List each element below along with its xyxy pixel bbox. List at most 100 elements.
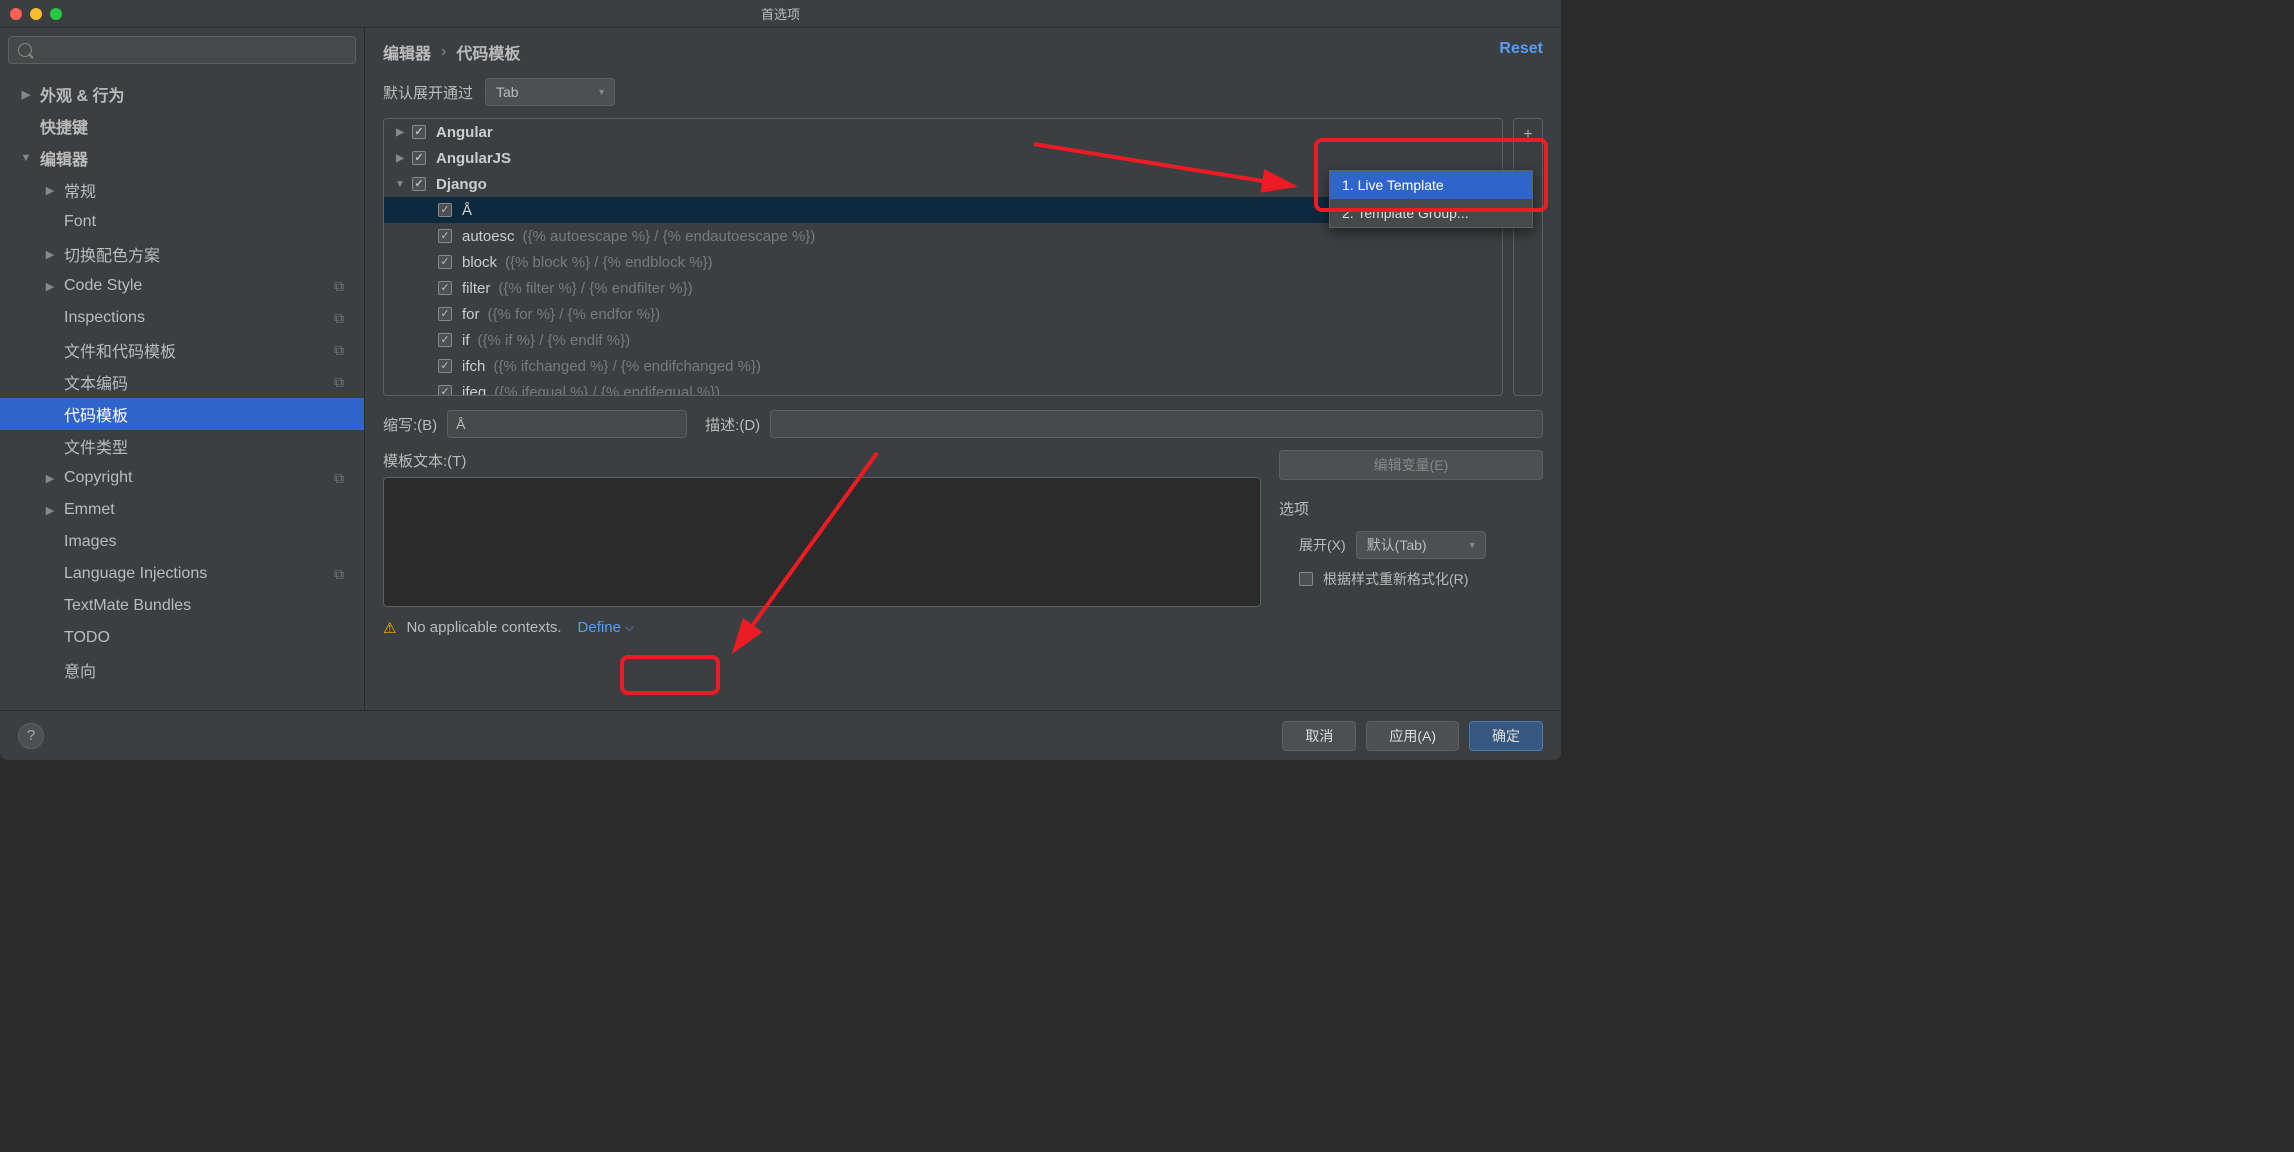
breadcrumb-root[interactable]: 编辑器 [383, 40, 431, 64]
template-checkbox[interactable] [438, 229, 452, 243]
chevron-icon [42, 504, 58, 517]
sidebar-item[interactable]: 代码模板 [0, 398, 364, 430]
sidebar-item-label: 文本编码 [64, 370, 128, 394]
template-text-label: 模板文本:(T) [383, 450, 1261, 471]
default-expand-label: 默认展开通过 [383, 82, 473, 103]
abbr-label: 缩写:(B) [383, 414, 437, 435]
chevron-icon [42, 184, 58, 197]
sidebar-item[interactable]: Language Injections ⧉ [0, 558, 364, 590]
chevron-icon [42, 472, 58, 485]
template-desc: ({% for %} / {% endfor %}) [488, 306, 661, 323]
sidebar-item[interactable]: 外观 & 行为 [0, 78, 364, 110]
template-group[interactable]: Angular [384, 119, 1502, 145]
template-item[interactable]: block({% block %} / {% endblock %}) [384, 249, 1502, 275]
expand-with-combo[interactable]: 默认(Tab) [1356, 531, 1486, 559]
breadcrumb-current: 代码模板 [456, 40, 520, 64]
footer: ? 取消 应用(A) 确定 [0, 710, 1561, 760]
reset-link[interactable]: Reset [1499, 40, 1543, 58]
define-link[interactable]: Define [572, 617, 640, 638]
settings-tree[interactable]: 外观 & 行为快捷键编辑器常规 Font 切换配色方案Code Style⧉Insp… [0, 72, 364, 710]
sidebar-item[interactable]: TextMate Bundles [0, 590, 364, 622]
search-input[interactable] [8, 36, 356, 64]
titlebar: 首选项 [0, 0, 1561, 28]
sidebar-item-label: Images [64, 533, 116, 551]
template-checkbox[interactable] [438, 281, 452, 295]
sidebar-item[interactable]: 文本编码 ⧉ [0, 366, 364, 398]
sidebar-item-label: Language Injections [64, 565, 207, 583]
edit-variables-button[interactable]: 编辑变量(E) [1279, 450, 1543, 480]
add-button[interactable]: + [1516, 123, 1540, 147]
options-title: 选项 [1279, 498, 1543, 519]
template-desc: ({% block %} / {% endblock %}) [505, 254, 713, 271]
reformat-checkbox[interactable] [1299, 572, 1313, 586]
template-toolbar: + [1513, 118, 1543, 396]
sidebar-item[interactable]: Images [0, 526, 364, 558]
sidebar-item[interactable]: TODO [0, 622, 364, 654]
sidebar-item[interactable]: 快捷键 [0, 110, 364, 142]
template-list[interactable]: AngularAngularJSDjangoÅautoesc({% autoes… [383, 118, 1503, 396]
default-expand-combo[interactable]: Tab [485, 78, 615, 106]
sidebar: 外观 & 行为快捷键编辑器常规 Font 切换配色方案Code Style⧉Insp… [0, 28, 365, 710]
sidebar-item[interactable]: 文件和代码模板⧉ [0, 334, 364, 366]
form-area: 缩写:(B) 描述:(D) 模板文本:(T) ⚠ No applicable c… [383, 396, 1543, 638]
scheme-icon: ⧉ [334, 310, 344, 327]
window-body: 外观 & 行为快捷键编辑器常规Font切换配色方案Code Style⧉Insp… [0, 28, 1561, 710]
template-checkbox[interactable] [438, 307, 452, 321]
sidebar-item[interactable]: Copyright⧉ [0, 462, 364, 494]
sidebar-item-label: 快捷键 [40, 114, 88, 138]
cancel-button[interactable]: 取消 [1282, 721, 1356, 751]
minimize-icon[interactable] [30, 8, 42, 20]
template-group[interactable]: AngularJS [384, 145, 1502, 171]
sidebar-item-label: 外观 & 行为 [40, 82, 124, 106]
template-checkbox[interactable] [438, 203, 452, 217]
desc-label: 描述:(D) [705, 414, 760, 435]
apply-button[interactable]: 应用(A) [1366, 721, 1459, 751]
help-button[interactable]: ? [18, 723, 44, 749]
group-name: AngularJS [436, 150, 511, 167]
close-icon[interactable] [10, 8, 22, 20]
abbr-input[interactable] [447, 410, 687, 438]
context-warning: No applicable contexts. [406, 619, 561, 636]
sidebar-item-label: Font [64, 213, 96, 231]
group-checkbox[interactable] [412, 177, 426, 191]
group-checkbox[interactable] [412, 125, 426, 139]
sidebar-item[interactable]: Code Style⧉ [0, 270, 364, 302]
sidebar-item[interactable]: Inspections⧉ [0, 302, 364, 334]
sidebar-item[interactable]: 切换配色方案 [0, 238, 364, 270]
popup-item[interactable]: 1. Live Template [1330, 171, 1532, 199]
sidebar-item-label: 意向 [64, 658, 96, 682]
sidebar-item[interactable]: 常规 [0, 174, 364, 206]
scheme-icon: ⧉ [334, 342, 344, 359]
scheme-icon: ⧉ [334, 374, 344, 391]
scheme-icon: ⧉ [334, 566, 344, 583]
template-name: if [462, 332, 470, 349]
sidebar-item[interactable]: 意向 [0, 654, 364, 686]
search [8, 36, 356, 64]
template-checkbox[interactable] [438, 255, 452, 269]
group-checkbox[interactable] [412, 151, 426, 165]
template-desc: ({% autoescape %} / {% endautoescape %}) [523, 228, 816, 245]
template-item[interactable]: ifeq({% ifequal %} / {% endifequal %}) [384, 379, 1502, 396]
template-item[interactable]: if({% if %} / {% endif %}) [384, 327, 1502, 353]
template-item[interactable]: for({% for %} / {% endfor %}) [384, 301, 1502, 327]
scheme-icon: ⧉ [334, 278, 344, 295]
maximize-icon[interactable] [50, 8, 62, 20]
sidebar-item[interactable]: 文件类型 [0, 430, 364, 462]
add-popup: 1. Live Template2. Template Group... [1329, 170, 1533, 228]
sidebar-item[interactable]: Font [0, 206, 364, 238]
sidebar-item-label: 编辑器 [40, 146, 88, 170]
ok-button[interactable]: 确定 [1469, 721, 1543, 751]
popup-item[interactable]: 2. Template Group... [1330, 199, 1532, 227]
template-text-editor[interactable] [383, 477, 1261, 607]
template-checkbox[interactable] [438, 359, 452, 373]
sidebar-item[interactable]: Emmet [0, 494, 364, 526]
warning-icon: ⚠ [383, 619, 396, 637]
sidebar-item-label: Copyright [64, 469, 132, 487]
template-item[interactable]: filter({% filter %} / {% endfilter %}) [384, 275, 1502, 301]
template-checkbox[interactable] [438, 385, 452, 396]
sidebar-item[interactable]: 编辑器 [0, 142, 364, 174]
template-checkbox[interactable] [438, 333, 452, 347]
sidebar-item-label: Emmet [64, 501, 115, 519]
desc-input[interactable] [770, 410, 1543, 438]
template-item[interactable]: ifch({% ifchanged %} / {% endifchanged %… [384, 353, 1502, 379]
